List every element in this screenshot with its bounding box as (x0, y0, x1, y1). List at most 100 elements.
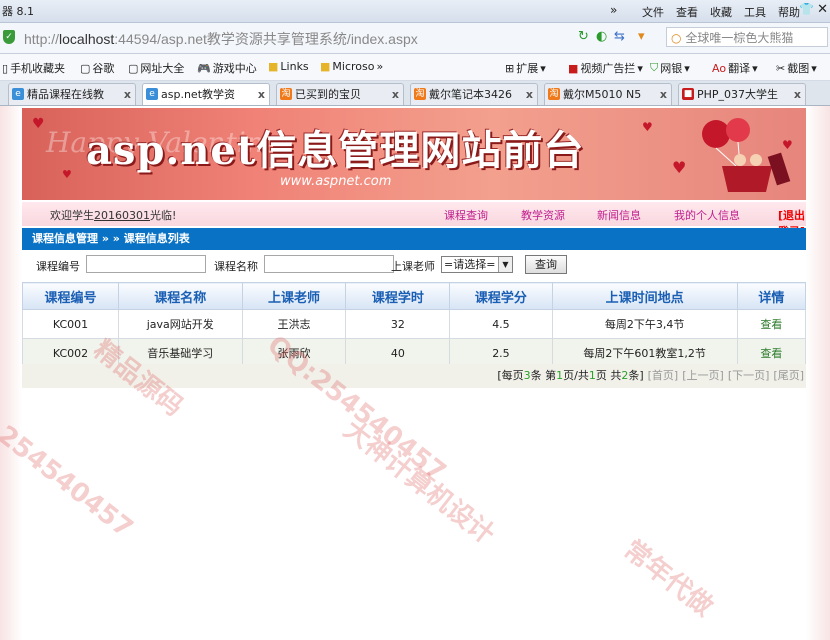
column-header: 详情 (736, 282, 807, 310)
nav-my-info[interactable]: 我的个人信息 (674, 207, 740, 223)
heart-icon: ♥ (62, 168, 72, 181)
favorite-microsoft[interactable]: ■ Microso» (320, 60, 383, 73)
tool-screenshot[interactable]: ✂ 截图 ▾ (776, 60, 817, 76)
tool-bank[interactable]: ⛉ 网银 ▾ (650, 60, 690, 76)
last-page-link[interactable]: [尾页] (773, 369, 804, 382)
refresh-icon[interactable]: ↻ (578, 29, 589, 44)
table-cell: 4.5 (449, 309, 553, 339)
close-tab-icon[interactable]: x (794, 84, 801, 105)
browser-app-title: 器 8.1 (2, 5, 34, 18)
column-header: 课程学时 (345, 282, 451, 310)
course-no-label: 课程编号 (36, 260, 80, 273)
balloon-couple-illustration (702, 118, 791, 192)
column-header: 课程学分 (449, 282, 553, 310)
column-header: 上课时间地点 (551, 282, 738, 310)
close-tab-icon[interactable]: x (392, 84, 399, 105)
extension-icon: ⊞ (505, 61, 515, 75)
tab-4[interactable]: 淘戴尔笔记本3426 x (410, 83, 538, 105)
tab-6[interactable]: ■ PHP_037大学生 x (678, 83, 806, 105)
table-row: KC001 java网站开发 王洪志 32 4.5 每周2下午3,4节 查看 (22, 309, 807, 339)
query-button[interactable]: 查询 (525, 255, 567, 274)
address-bar: ✓ http://localhost:44594/asp.net教学资源共享管理… (0, 23, 830, 54)
nav-course-query[interactable]: 课程查询 (444, 207, 488, 223)
gamepad-icon: 🎮 (197, 61, 211, 75)
view-detail-link[interactable]: 查看 (736, 309, 807, 339)
phone-icon: ▯ (2, 61, 9, 75)
tab-5[interactable]: 淘戴尔M5010 N5 x (544, 83, 672, 105)
back-forward-icon[interactable]: ⇆ (614, 29, 625, 44)
column-header: 课程名称 (117, 282, 243, 310)
taobao-icon: 淘 (548, 88, 560, 100)
course-name-label: 课程名称 (214, 260, 258, 273)
site-banner: Happy Valentine ♥ ♥ ♥ ♥ ♥ asp.net信息管理网站前… (22, 108, 806, 200)
heart-icon: ♥ (32, 116, 45, 132)
search-input[interactable]: ○ 全球唯一棕色大熊猫 (666, 27, 828, 47)
teacher-select[interactable]: =请选择= ▼ (441, 256, 513, 273)
search-form: 课程编号 课程名称 上课老师 =请选择= ▼ 查询 (22, 252, 806, 278)
course-table: 课程编号 课程名称 上课老师 课程学时 课程学分 上课时间地点 详情 KC001… (22, 282, 807, 368)
heart-icon: ♥ (642, 120, 653, 134)
security-shield-icon[interactable]: ✓ (3, 30, 15, 44)
tool-translate[interactable]: Ao 翻译 ▾ (712, 60, 758, 76)
close-tab-icon[interactable]: x (526, 84, 533, 105)
favorite-mobile[interactable]: ▯ 手机收藏夹 (2, 60, 65, 76)
table-cell: KC001 (22, 309, 119, 339)
table-header-row: 课程编号 课程名称 上课老师 课程学时 课程学分 上课时间地点 详情 (22, 282, 807, 310)
course-no-input[interactable] (86, 255, 206, 273)
favorite-links[interactable]: ■ Links (268, 60, 309, 73)
menu-help[interactable]: 帮助 (778, 4, 800, 20)
menu-favorites[interactable]: 收藏 (710, 4, 732, 20)
page-icon: ▢ (80, 61, 91, 75)
search-engine-icon: ○ (671, 31, 682, 45)
next-page-link[interactable]: [下一页] (728, 369, 770, 382)
page-decoration-right (806, 106, 830, 640)
banner-subtitle: www.aspnet.com (280, 174, 392, 189)
pagination: [每页3条 第1页/共1页 共2条] [首页] [上一页] [下一页] [尾页] (22, 364, 806, 388)
column-header: 课程编号 (22, 282, 119, 310)
prev-page-link[interactable]: [上一页] (682, 369, 724, 382)
dropdown-icon[interactable]: ▾ (638, 29, 645, 44)
double-chevron-icon[interactable]: » (376, 60, 383, 73)
flag-icon: ■ (682, 88, 694, 100)
course-name-input[interactable] (264, 255, 394, 273)
close-icon[interactable]: ✕ (817, 2, 828, 17)
skin-icon[interactable]: 👕 (799, 2, 814, 16)
url-field[interactable]: http://localhost:44594/asp.net教学资源共享管理系统… (24, 29, 418, 49)
tab-1[interactable]: e 精品课程在线教 x (8, 83, 136, 105)
banner-title: asp.net信息管理网站前台 (86, 127, 585, 174)
table-cell: java网站开发 (117, 309, 243, 339)
folder-icon: ■ (268, 60, 279, 73)
nav-news[interactable]: 新闻信息 (597, 207, 641, 223)
page-icon: e (12, 88, 24, 100)
page-decoration-left (0, 106, 22, 640)
favorite-google[interactable]: ▢ 谷歌 (80, 60, 114, 76)
favorite-games[interactable]: 🎮 游戏中心 (197, 60, 257, 76)
close-tab-icon[interactable]: x (660, 84, 667, 105)
close-tab-icon[interactable]: x (124, 84, 131, 105)
tab-2[interactable]: e asp.net教学资 x (142, 83, 270, 105)
double-chevron-icon[interactable]: » (610, 3, 617, 17)
menu-view[interactable]: 查看 (676, 4, 698, 20)
scissors-icon: ✂ (776, 61, 786, 75)
tool-ad-block[interactable]: ■ 视频广告拦 ▾ (568, 60, 643, 76)
folder-icon: ■ (320, 60, 331, 73)
shield-icon: ⛉ (650, 61, 659, 74)
favorites-bar: ▯ 手机收藏夹 ▢ 谷歌 ▢ 网址大全 🎮 游戏中心 ■ Links ■ Microso» … (0, 54, 830, 81)
menu-file[interactable]: 文件 (642, 4, 664, 20)
favorite-nav[interactable]: ▢ 网址大全 (128, 60, 184, 76)
tab-bar: e 精品课程在线教 x e asp.net教学资 x 淘已买到的宝贝 x 淘戴尔笔记本34… (0, 81, 830, 106)
table-cell: 32 (345, 309, 451, 339)
close-tab-icon[interactable]: x (258, 84, 265, 105)
browser-menu: 文件 查看 收藏 工具 帮助 (642, 4, 800, 20)
first-page-link[interactable]: [首页] (648, 369, 679, 382)
ad-block-icon: ■ (568, 61, 579, 75)
compat-icon[interactable]: ◐ (596, 29, 607, 44)
nav-teaching-resources[interactable]: 教学资源 (521, 207, 565, 223)
menu-tools[interactable]: 工具 (744, 4, 766, 20)
taobao-icon: 淘 (280, 88, 292, 100)
tool-extensions[interactable]: ⊞ 扩展 ▾ (505, 60, 546, 76)
table-cell: 王洪志 (241, 309, 347, 339)
column-header: 上课老师 (241, 282, 347, 310)
tab-3[interactable]: 淘已买到的宝贝 x (276, 83, 404, 105)
browser-title-bar: 器 8.1 » 文件 查看 收藏 工具 帮助 👕 ✕ (0, 0, 830, 23)
